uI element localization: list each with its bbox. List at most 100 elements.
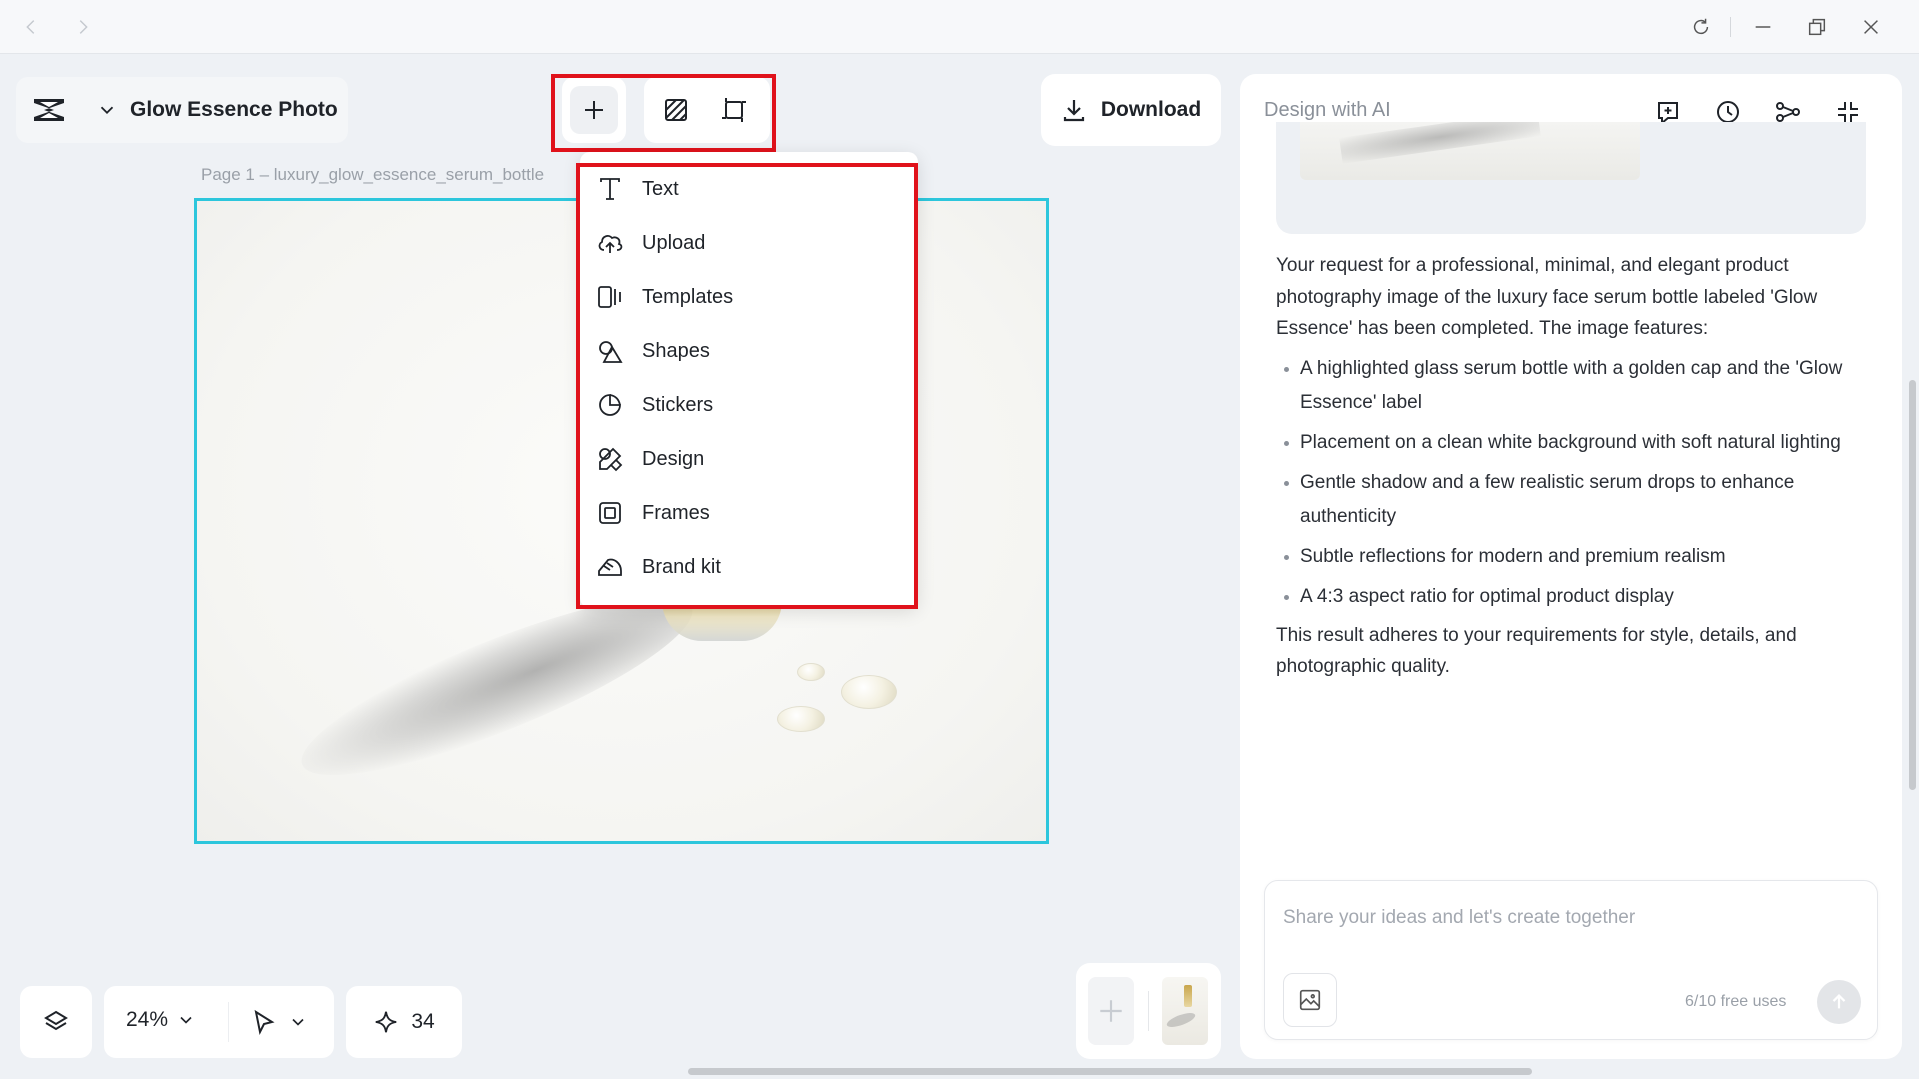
restore-button[interactable] <box>1802 12 1832 42</box>
chat-composer: 6/10 free uses <box>1264 880 1878 1040</box>
menu-item-label: Shapes <box>642 339 710 362</box>
design-icon <box>599 447 623 472</box>
serum-drop <box>797 663 825 681</box>
add-element-menu: Text Upload Templates Shapes Stickers De… <box>580 152 918 608</box>
project-title[interactable]: Glow Essence Photo <box>130 98 338 122</box>
page-thumbnails <box>1076 963 1221 1059</box>
attach-image-button[interactable] <box>1283 973 1337 1027</box>
add-element-button[interactable] <box>570 86 618 134</box>
minimize-icon <box>1755 26 1771 28</box>
chevron-right-icon <box>79 20 88 34</box>
thumbnail-shadow <box>1165 1010 1197 1030</box>
minimize-button[interactable] <box>1748 12 1778 42</box>
list-item: Gentle shadow and a few realistic serum … <box>1276 466 1876 534</box>
panel-title: Design with AI <box>1264 99 1391 121</box>
resize-button[interactable] <box>710 86 758 134</box>
background-button[interactable] <box>652 86 700 134</box>
back-button[interactable] <box>16 12 46 42</box>
credits-count: 34 <box>411 1010 435 1033</box>
text-icon <box>600 178 620 200</box>
ai-design-panel: Design with AI Your request for a profes… <box>1240 74 1902 1059</box>
list-item: Subtle reflections for modern and premiu… <box>1276 540 1876 574</box>
app-logo-icon <box>34 99 64 121</box>
pointer-icon <box>254 1009 275 1036</box>
restore-icon <box>1808 18 1826 36</box>
menu-item-text[interactable]: Text <box>580 165 918 213</box>
download-label: Download <box>1100 98 1202 121</box>
reload-icon <box>1693 18 1709 35</box>
chevron-left-icon <box>26 20 35 34</box>
menu-item-label: Design <box>642 447 705 470</box>
close-button[interactable] <box>1856 12 1886 42</box>
plus-icon <box>1100 1000 1122 1022</box>
cloud-upload-icon <box>598 235 623 253</box>
vertical-scrollbar[interactable] <box>1909 380 1916 790</box>
response-bullets: A highlighted glass serum bottle with a … <box>1276 352 1876 614</box>
list-item: A highlighted glass serum bottle with a … <box>1276 352 1876 420</box>
close-icon <box>1864 20 1878 34</box>
list-item: A 4:3 aspect ratio for optimal product d… <box>1276 580 1876 614</box>
download-icon <box>1063 100 1084 122</box>
zoom-and-pointer-controls: 24% <box>104 986 334 1058</box>
sticker-icon <box>599 394 621 416</box>
menu-item-upload[interactable]: Upload <box>580 219 918 267</box>
menu-item-shapes[interactable]: Shapes <box>580 327 918 375</box>
chat-input[interactable] <box>1283 907 1843 929</box>
sparkle-icon <box>375 1011 397 1033</box>
horizontal-scrollbar[interactable] <box>688 1068 1532 1075</box>
menu-item-design[interactable]: Design <box>580 435 918 483</box>
generated-image-preview <box>1276 122 1866 234</box>
chevron-down-icon <box>180 1016 192 1024</box>
arrow-up-icon <box>1832 994 1846 1009</box>
divider <box>228 1002 229 1042</box>
send-button[interactable] <box>1817 980 1861 1024</box>
window-title-bar <box>0 0 1919 54</box>
serum-drop <box>841 675 897 709</box>
menu-item-brand-kit[interactable]: Brand kit <box>580 543 918 591</box>
thumbnail-bottle <box>1184 985 1192 1007</box>
resize-icon <box>722 98 746 122</box>
templates-icon <box>598 286 621 308</box>
zoom-level: 24% <box>126 1008 169 1031</box>
response-outro: This result adheres to your requirements… <box>1276 624 1797 678</box>
zoom-dropdown[interactable]: 24% <box>126 1008 196 1032</box>
generated-image-thumbnail[interactable] <box>1300 122 1640 180</box>
menu-item-label: Frames <box>642 501 710 524</box>
layers-icon <box>44 1010 68 1031</box>
menu-item-label: Stickers <box>642 393 714 416</box>
menu-item-label: Brand kit <box>642 555 721 578</box>
add-page-button[interactable] <box>1088 977 1134 1045</box>
shapes-icon <box>599 341 623 363</box>
reload-button[interactable] <box>1686 12 1716 42</box>
divider <box>1148 991 1149 1031</box>
ai-response-message: Your request for a professional, minimal… <box>1276 250 1876 683</box>
title-bar-divider <box>1730 17 1731 37</box>
frame-icon <box>599 502 621 524</box>
canvas-tool-group <box>644 77 770 143</box>
project-menu-chevron-down-icon[interactable] <box>96 99 118 121</box>
download-button[interactable]: Download <box>1041 74 1221 146</box>
free-uses-counter: 6/10 free uses <box>1685 993 1787 1010</box>
menu-item-label: Templates <box>642 285 734 308</box>
serum-drop <box>777 706 825 732</box>
brand-kit-icon <box>598 558 622 576</box>
page-label: Page 1 – luxury_glow_essence_serum_bottl… <box>201 165 545 184</box>
menu-item-frames[interactable]: Frames <box>580 489 918 537</box>
chevron-down-icon <box>292 1018 304 1026</box>
plus-icon <box>585 101 603 119</box>
layers-button[interactable] <box>20 986 92 1058</box>
page-thumbnail[interactable] <box>1162 977 1208 1045</box>
menu-item-stickers[interactable]: Stickers <box>580 381 918 429</box>
project-header: Glow Essence Photo <box>16 77 348 143</box>
menu-item-label: Upload <box>642 231 706 254</box>
credits-button[interactable]: 34 <box>346 986 462 1058</box>
pointer-tool-dropdown[interactable] <box>250 1008 308 1036</box>
preview-shadow <box>1339 122 1541 164</box>
add-image-icon <box>1299 989 1321 1011</box>
response-intro: Your request for a professional, minimal… <box>1276 255 1818 339</box>
list-item: Placement on a clean white background wi… <box>1276 426 1876 460</box>
menu-item-label: Text <box>642 177 679 200</box>
forward-button[interactable] <box>68 12 98 42</box>
menu-item-templates[interactable]: Templates <box>580 273 918 321</box>
background-pattern-icon <box>665 99 687 121</box>
